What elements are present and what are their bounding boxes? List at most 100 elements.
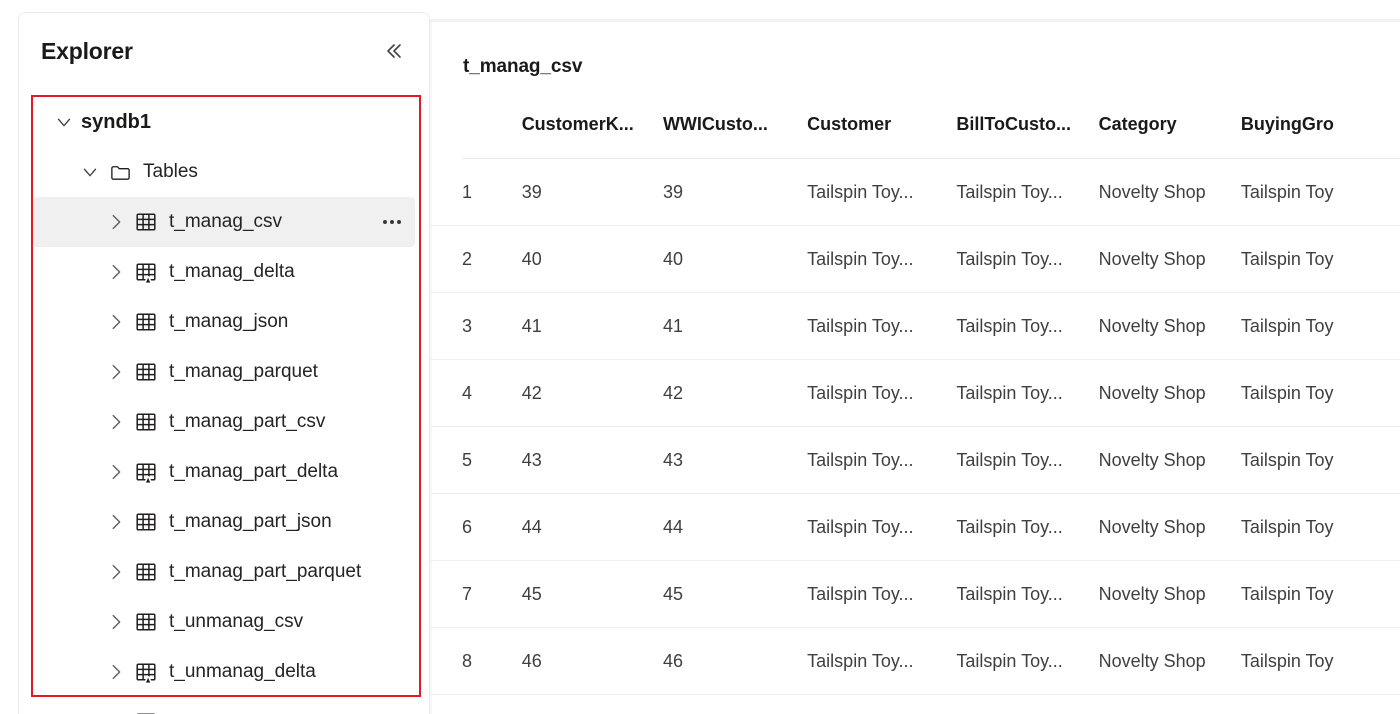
chevron-right-icon — [105, 511, 127, 533]
table-cell: Tailspin Toy... — [956, 516, 1063, 537]
row-index: 4 — [462, 382, 473, 403]
table-cell: 42 — [662, 382, 683, 403]
chevron-right-icon — [105, 461, 127, 483]
table-cell: 46 — [521, 650, 542, 671]
table-cell: Tailspin Toy — [1240, 315, 1334, 336]
tree-item-twisty[interactable] — [103, 359, 129, 385]
table-row[interactable]: 4 42 42 Tailspin Toy... Tailspin Toy... Novel… — [430, 360, 1400, 427]
tree-item-t-manag-delta[interactable]: t_manag_delta — [33, 247, 415, 297]
chevron-right-icon — [105, 261, 127, 283]
tree-item-label: t_unmanag_delta — [169, 661, 316, 682]
grid-title: t_manag_csv — [463, 56, 583, 77]
tree-item-t-manag-part-json[interactable]: t_manag_part_json — [33, 497, 415, 547]
table-row[interactable]: 2 40 40 Tailspin Toy... Tailspin Toy... Novel… — [430, 226, 1400, 293]
tree-item-syndb1[interactable]: syndb1 — [33, 97, 415, 147]
chevron-right-icon — [105, 211, 127, 233]
table-cell: 45 — [662, 583, 683, 604]
row-index: 1 — [462, 181, 473, 202]
tree-item-t-unmanag-csv[interactable]: t_unmanag_csv — [33, 597, 415, 647]
tree-item-twisty[interactable] — [103, 459, 129, 485]
chevron-right-icon — [105, 611, 127, 633]
data-grid: CustomerK... WWICusto... Customer BillToCus… — [430, 110, 1400, 695]
table-cell: Tailspin Toy... — [807, 516, 914, 537]
table-cell: 39 — [662, 181, 683, 202]
tree-item-label: t_unmanag_csv — [169, 611, 304, 632]
tree-item-label: t_manag_part_delta — [169, 461, 339, 482]
table-preview-panel: t_manag_csv CustomerK... WWICusto... Custo… — [430, 0, 1400, 714]
tree-item-twisty[interactable] — [77, 159, 103, 185]
grid-column-header[interactable]: CustomerK... — [522, 110, 663, 135]
table-cell: Tailspin Toy... — [956, 449, 1063, 470]
tree-item-label: t_manag_csv — [169, 211, 283, 232]
tree-item-twisty[interactable] — [103, 559, 129, 585]
table-cell: Tailspin Toy... — [956, 650, 1063, 671]
table-cell: Tailspin Toy... — [807, 650, 914, 671]
table-cell: 43 — [662, 449, 683, 470]
table-cell: 41 — [662, 315, 683, 336]
chevron-right-icon — [105, 411, 127, 433]
table-icon — [134, 610, 158, 634]
tree-item-twisty[interactable] — [103, 209, 129, 235]
table-cell: Tailspin Toy — [1240, 516, 1334, 537]
chevron-right-icon — [105, 661, 127, 683]
table-row[interactable]: 5 43 43 Tailspin Toy... Tailspin Toy... Novel… — [430, 427, 1400, 494]
grid-column-header[interactable]: Category — [1099, 110, 1241, 135]
table-row[interactable]: 1 39 39 Tailspin Toy... Tailspin Toy... Novel… — [430, 159, 1400, 226]
table-cell: Tailspin Toy... — [807, 382, 914, 403]
tree-item-label: syndb1 — [81, 110, 152, 133]
tree-item-t-manag-json[interactable]: t_manag_json — [33, 297, 415, 347]
table-cell: 39 — [521, 181, 542, 202]
tree-item-t-manag-parquet[interactable]: t_manag_parquet — [33, 347, 415, 397]
table-row[interactable]: 8 46 46 Tailspin Toy... Tailspin Toy... Novel… — [430, 628, 1400, 695]
table-cell: 42 — [521, 382, 542, 403]
tree-item-t-manag-part-parquet[interactable]: t_manag_part_parquet — [33, 547, 415, 597]
grid-column-header[interactable]: BillToCusto... — [956, 110, 1098, 135]
tree-item-t-manag-csv[interactable]: t_manag_csv — [33, 197, 415, 247]
grid-body: 1 39 39 Tailspin Toy... Tailspin Toy... Novel… — [430, 159, 1400, 695]
table-delta-icon — [134, 460, 158, 484]
tree-item-partial[interactable] — [33, 697, 415, 714]
table-cell: Tailspin Toy — [1240, 650, 1334, 671]
tree-item-label: t_manag_delta — [169, 261, 295, 282]
chevron-right-icon — [105, 561, 127, 583]
tree-item-icon — [133, 709, 159, 714]
tree-item-icon — [133, 609, 159, 635]
tree-item-t-manag-part-csv[interactable]: t_manag_part_csv — [33, 397, 415, 447]
tree-item-twisty[interactable] — [103, 509, 129, 535]
table-row[interactable]: 6 44 44 Tailspin Toy... Tailspin Toy... Novel… — [430, 494, 1400, 561]
tree-item-twisty[interactable] — [103, 259, 129, 285]
tree-item-twisty[interactable] — [51, 109, 77, 135]
tree-item-more-options-icon[interactable] — [377, 209, 407, 235]
tree-item-twisty[interactable] — [103, 609, 129, 635]
table-row[interactable]: 3 41 41 Tailspin Toy... Tailspin Toy... Novel… — [430, 293, 1400, 360]
grid-column-header[interactable]: WWICusto... — [663, 110, 807, 135]
table-cell: Tailspin Toy... — [956, 583, 1063, 604]
tree-item-t-unmanag-delta[interactable]: t_unmanag_delta — [33, 647, 415, 697]
table-cell: 40 — [521, 248, 542, 269]
chevron-down-icon — [79, 161, 101, 183]
collapse-panel-button[interactable] — [377, 35, 409, 67]
tree-item-t-manag-part-delta[interactable]: t_manag_part_delta — [33, 447, 415, 497]
tree-item-twisty[interactable] — [103, 659, 129, 685]
explorer-tree[interactable]: syndb1 Tables t_manag_csv t_manag_delta t_ma… — [19, 97, 429, 714]
tree-item-twisty[interactable] — [103, 409, 129, 435]
table-cell: Tailspin Toy... — [807, 449, 914, 470]
tree-item-icon — [133, 309, 159, 335]
table-cell: 44 — [662, 516, 683, 537]
tree-item-twisty[interactable] — [103, 309, 129, 335]
page-title: Explorer — [41, 37, 133, 64]
table-cell: 46 — [662, 650, 683, 671]
tree-item-Tables[interactable]: Tables — [33, 147, 415, 197]
table-icon — [134, 560, 158, 584]
table-cell: 44 — [521, 516, 542, 537]
tree-item-twisty[interactable] — [103, 709, 129, 714]
table-cell: Novelty Shop — [1098, 516, 1206, 537]
table-row[interactable]: 7 45 45 Tailspin Toy... Tailspin Toy... Novel… — [430, 561, 1400, 628]
table-cell: Tailspin Toy... — [807, 181, 914, 202]
table-icon — [134, 710, 158, 714]
tree-item-label: t_manag_parquet — [169, 361, 318, 382]
table-cell: 41 — [521, 315, 542, 336]
grid-column-header[interactable]: Customer — [807, 110, 956, 135]
table-cell: Novelty Shop — [1098, 315, 1206, 336]
grid-column-header[interactable]: BuyingGro — [1241, 110, 1400, 135]
